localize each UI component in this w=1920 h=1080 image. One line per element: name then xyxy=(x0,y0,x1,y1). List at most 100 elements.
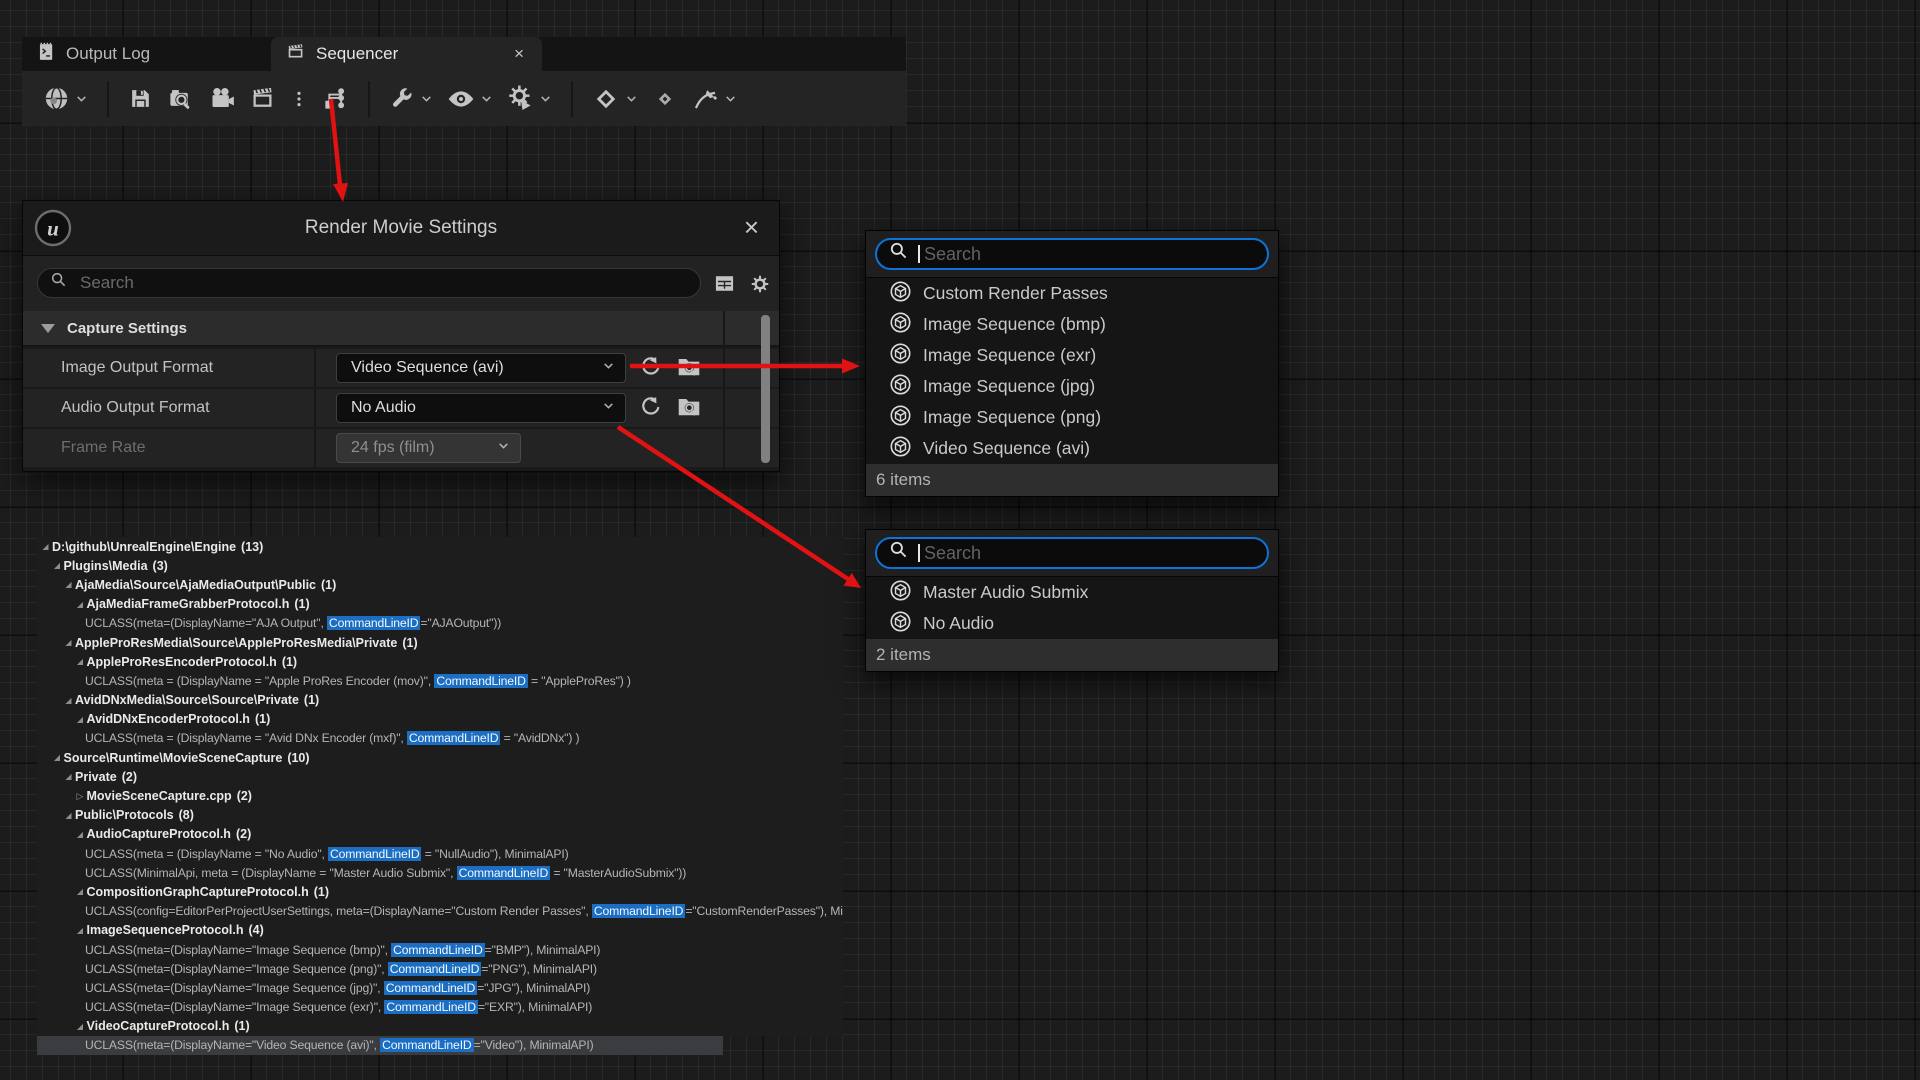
search-result-row[interactable]: UCLASS(meta = (DisplayName = "Apple ProR… xyxy=(37,671,843,690)
popup-search-box[interactable] xyxy=(875,537,1269,569)
tab-sequencer[interactable]: Sequencer × xyxy=(271,37,542,71)
popup-option[interactable]: Image Sequence (jpg) xyxy=(866,371,1278,402)
popup-option[interactable]: Video Sequence (avi) xyxy=(866,433,1278,464)
camera-button[interactable] xyxy=(201,81,242,116)
reset-to-default-icon[interactable] xyxy=(638,353,664,384)
popup-option-label: Image Sequence (jpg) xyxy=(923,376,1095,397)
search-result-row[interactable]: UCLASS(meta=(DisplayName="Image Sequence… xyxy=(37,959,843,978)
tree-node-label: AjaMedia\Source\AjaMediaOutput\Public xyxy=(75,578,316,592)
result-code-text: UCLASS(meta = (DisplayName = "Apple ProR… xyxy=(85,674,631,688)
tree-node-row[interactable]: ◢AvidDNxEncoderProtocol.h(1) xyxy=(37,710,843,729)
tree-node-row[interactable]: ◢AppleProResEncoderProtocol.h(1) xyxy=(37,652,843,671)
scrollbar-thumb[interactable] xyxy=(761,315,770,463)
tree-expanded-icon[interactable]: ◢ xyxy=(74,1022,87,1031)
popup-option[interactable]: Image Sequence (png) xyxy=(866,402,1278,433)
tree-expanded-icon[interactable]: ◢ xyxy=(51,561,64,570)
popup-option[interactable]: Master Audio Submix xyxy=(866,577,1278,608)
curves-pen-button[interactable] xyxy=(685,81,744,116)
camera-icon xyxy=(208,85,235,112)
tree-node-row[interactable]: ◢AjaMediaFrameGrabberProtocol.h(1) xyxy=(37,595,843,614)
tree-node-row[interactable]: ◢AjaMedia\Source\AjaMediaOutput\Public (1… xyxy=(37,575,843,594)
tree-node-row[interactable]: ◢AudioCaptureProtocol.h(2) xyxy=(37,825,843,844)
tree-node-row[interactable]: ◢Public\Protocols(8) xyxy=(37,806,843,825)
tree-expanded-icon[interactable]: ◢ xyxy=(74,715,87,724)
tree-node-row[interactable]: ◢AvidDNxMedia\Source\Source\Private(1) xyxy=(37,691,843,710)
search-result-row[interactable]: UCLASS(config=EditorPerProjectUserSettin… xyxy=(37,902,843,921)
tree-expanded-icon[interactable]: ◢ xyxy=(62,811,75,820)
tree-node-row[interactable]: ◢Private(2) xyxy=(37,767,843,786)
search-result-row[interactable]: UCLASS(meta = (DisplayName = "No Audio",… xyxy=(37,844,843,863)
tree-node-row[interactable]: ◢Source\Runtime\MovieSceneCapture(10) xyxy=(37,748,843,767)
settings-search-input[interactable] xyxy=(78,272,688,294)
popup-search-input[interactable] xyxy=(922,542,1255,565)
tree-node-row[interactable]: ▷MovieSceneCapture.cpp(2) xyxy=(37,786,843,805)
settings-search-box[interactable] xyxy=(37,268,701,298)
chevron-down-icon xyxy=(497,439,510,457)
autokey-diamond-button[interactable] xyxy=(645,82,685,116)
wrench-button[interactable] xyxy=(382,82,440,116)
match-count: (1) xyxy=(321,578,336,592)
more-options-button[interactable] xyxy=(283,83,315,115)
tree-node-row[interactable]: ◢Plugins\Media(3) xyxy=(37,556,843,575)
search-result-row[interactable]: UCLASS(meta=(DisplayName="Image Sequence… xyxy=(37,998,843,1017)
tree-collapsed-icon[interactable]: ▷ xyxy=(74,791,87,802)
world-button[interactable] xyxy=(36,81,95,116)
tree-expanded-icon[interactable]: ◢ xyxy=(62,772,75,781)
tree-expanded-icon[interactable]: ◢ xyxy=(51,753,64,762)
popup-search-box[interactable] xyxy=(875,238,1269,270)
tree-expanded-icon[interactable]: ◢ xyxy=(74,657,87,666)
settings-gear-icon[interactable] xyxy=(749,273,771,300)
save-button[interactable] xyxy=(121,82,160,115)
tab-output-log[interactable]: Output Log xyxy=(22,37,280,71)
browse-folder-icon[interactable] xyxy=(676,353,702,384)
combo-image-output-format[interactable]: Video Sequence (avi) xyxy=(336,353,626,383)
tree-expanded-icon[interactable]: ◢ xyxy=(74,830,87,839)
tree-expanded-icon[interactable]: ◢ xyxy=(62,696,75,705)
search-result-row[interactable]: UCLASS(meta=(DisplayName="Video Sequence… xyxy=(37,1036,723,1055)
tree-expanded-icon[interactable]: ◢ xyxy=(62,580,75,589)
property-row-frame-rate: Frame Rate24 fps (film) xyxy=(23,429,779,467)
keyframe-diamond-button[interactable] xyxy=(585,81,645,117)
capture-settings-section-header[interactable]: Capture Settings xyxy=(23,311,779,347)
tree-node-label: Public\Protocols xyxy=(75,808,174,822)
view-eye-button[interactable] xyxy=(440,81,500,117)
combo-audio-output-format[interactable]: No Audio xyxy=(336,393,626,423)
playback-button[interactable] xyxy=(500,81,559,116)
popup-option[interactable]: Image Sequence (exr) xyxy=(866,340,1278,371)
popup-search-input[interactable] xyxy=(922,243,1255,266)
popup-option[interactable]: Image Sequence (bmp) xyxy=(866,309,1278,340)
tree-node-row[interactable]: ◢VideoCaptureProtocol.h(1) xyxy=(37,1017,843,1036)
tree-node-row[interactable]: ◢CompositionGraphCaptureProtocol.h(1) xyxy=(37,882,843,901)
dialog-close-button[interactable]: × xyxy=(738,201,765,255)
tree-expanded-icon[interactable]: ◢ xyxy=(62,638,75,647)
render-movie-button[interactable] xyxy=(242,81,283,116)
hierarchy-button[interactable] xyxy=(315,81,356,116)
tree-node-row[interactable]: ◢ImageSequenceProtocol.h(4) xyxy=(37,921,843,940)
popup-option[interactable]: No Audio xyxy=(866,608,1278,639)
reset-to-default-icon[interactable] xyxy=(638,393,664,424)
result-code-text: UCLASS(meta=(DisplayName="AJA Output", C… xyxy=(85,616,501,630)
class-cube-icon xyxy=(889,280,912,308)
search-result-row[interactable]: UCLASS(meta=(DisplayName="Image Sequence… xyxy=(37,978,843,997)
find-results-panel: ◢D:\github\UnrealEngine\Engine(13)◢Plugi… xyxy=(37,537,843,1055)
tree-node-row[interactable]: ◢D:\github\UnrealEngine\Engine(13) xyxy=(37,537,843,556)
tree-expanded-icon[interactable]: ◢ xyxy=(74,887,87,896)
browse-folder-icon[interactable] xyxy=(676,393,702,424)
match-count: (10) xyxy=(287,751,309,765)
tab-close-icon[interactable]: × xyxy=(510,44,528,64)
popup-option[interactable]: Custom Render Passes xyxy=(866,278,1278,309)
search-result-row[interactable]: UCLASS(meta = (DisplayName = "Avid DNx E… xyxy=(37,729,843,748)
search-result-row[interactable]: UCLASS(MinimalApi, meta = (DisplayName =… xyxy=(37,863,843,882)
combo-value: No Audio xyxy=(351,399,416,417)
tree-expanded-icon[interactable]: ◢ xyxy=(39,542,52,551)
search-result-row[interactable]: UCLASS(meta=(DisplayName="Image Sequence… xyxy=(37,940,843,959)
tree-node-row[interactable]: ◢AppleProResMedia\Source\AppleProResMedi… xyxy=(37,633,843,652)
column-view-icon[interactable] xyxy=(714,273,735,299)
chevron-down-icon xyxy=(602,399,615,417)
highlighted-match: CommandLineID xyxy=(592,904,686,918)
tree-expanded-icon[interactable]: ◢ xyxy=(74,600,87,609)
scrollbar-track xyxy=(723,311,725,471)
search-result-row[interactable]: UCLASS(meta=(DisplayName="AJA Output", C… xyxy=(37,614,843,633)
tree-expanded-icon[interactable]: ◢ xyxy=(74,926,87,935)
find-camera-button[interactable] xyxy=(160,81,201,116)
